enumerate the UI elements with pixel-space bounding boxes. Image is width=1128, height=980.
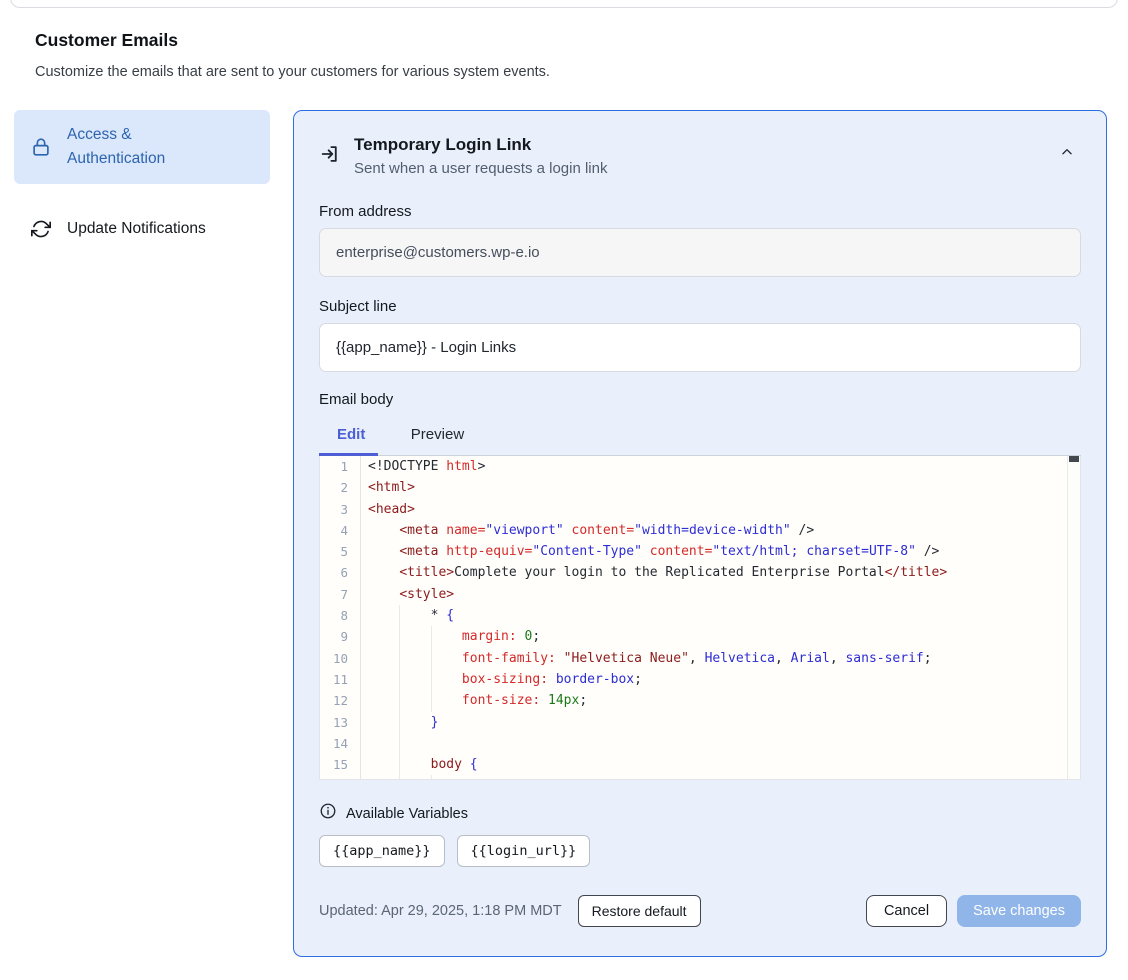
page-subtitle: Customize the emails that are sent to yo… (35, 64, 935, 80)
line-number: 4 (320, 520, 361, 541)
tab-preview[interactable]: Preview (411, 420, 464, 455)
code-line: 10 font-family: "Helvetica Neue", Helvet… (320, 648, 1080, 669)
code-line: 12 font-size: 14px; (320, 690, 1080, 711)
line-number: 9 (320, 626, 361, 647)
indent-guide (399, 754, 400, 775)
indent-guide (399, 690, 400, 711)
available-variables-row: Available Variables (319, 802, 1081, 825)
code-line: 13 } (320, 712, 1080, 733)
line-number: 3 (320, 499, 361, 520)
panel-footer: Updated: Apr 29, 2025, 1:18 PM MDT Resto… (319, 895, 1081, 927)
email-body-label: Email body (319, 391, 1081, 408)
code-line: 5 <meta http-equiv="Content-Type" conten… (320, 541, 1080, 562)
panel-header: Temporary Login Link Sent when a user re… (319, 135, 1081, 177)
editor-scrollbar[interactable] (1067, 456, 1080, 779)
page-title: Customer Emails (35, 30, 935, 51)
indent-guide (399, 712, 400, 733)
code-line: 3<head> (320, 499, 1080, 520)
lock-icon (30, 136, 52, 158)
indent-guide (431, 648, 432, 669)
from-address-field: From address (319, 203, 1081, 277)
subject-line-label: Subject line (319, 298, 1081, 315)
code-editor[interactable]: 1<!DOCTYPE html>2<html>3<head>4 <meta na… (319, 456, 1081, 780)
code-line: 8 * { (320, 605, 1080, 626)
line-number: 12 (320, 690, 361, 711)
line-number: 14 (320, 733, 361, 754)
panel-title: Temporary Login Link (354, 135, 607, 155)
line-number: 2 (320, 477, 361, 498)
save-changes-button[interactable]: Save changes (957, 895, 1081, 927)
code-editor-lines: 1<!DOCTYPE html>2<html>3<head>4 <meta na… (320, 456, 1080, 780)
code-line: 14 (320, 733, 1080, 754)
email-body-tabs: Edit Preview (319, 420, 1081, 456)
code-line: 2<html> (320, 477, 1080, 498)
sidebar-item-update-notifications[interactable]: Update Notifications (14, 204, 270, 254)
sidebar-item-label: Access & Authentication (67, 123, 199, 171)
page-header: Customer Emails Customize the emails tha… (35, 30, 935, 80)
previous-section-card-edge (10, 0, 1118, 8)
email-types-sidebar: Access & Authentication Update Notificat… (14, 110, 270, 254)
indent-guide (399, 733, 400, 754)
code-line: 4 <meta name="viewport" content="width=d… (320, 520, 1080, 541)
line-number: 15 (320, 754, 361, 775)
from-address-input[interactable] (319, 228, 1081, 277)
available-variables-label: Available Variables (346, 806, 468, 822)
panel-header-text: Temporary Login Link Sent when a user re… (354, 135, 607, 177)
indent-guide (399, 626, 400, 647)
refresh-icon (30, 219, 52, 239)
sidebar-item-label: Update Notifications (67, 217, 206, 241)
indent-guide (399, 605, 400, 626)
code-line: 9 margin: 0; (320, 626, 1080, 647)
variable-chip-login-url[interactable]: {{login_url}} (457, 835, 591, 867)
code-line: 11 box-sizing: border-box; (320, 669, 1080, 690)
info-icon (319, 802, 337, 825)
sidebar-item-access-authentication[interactable]: Access & Authentication (14, 110, 270, 184)
collapse-button[interactable] (1055, 141, 1079, 166)
line-number: 6 (320, 562, 361, 583)
code-line: 16 background-color: #f5f8fa; (320, 775, 1080, 780)
line-number: 7 (320, 584, 361, 605)
indent-guide (431, 669, 432, 690)
line-number: 13 (320, 712, 361, 733)
login-icon (319, 143, 341, 177)
indent-guide (431, 626, 432, 647)
indent-guide (399, 648, 400, 669)
line-number: 5 (320, 541, 361, 562)
chevron-up-icon (1059, 147, 1075, 162)
indent-guide (399, 669, 400, 690)
cancel-button[interactable]: Cancel (866, 895, 947, 927)
line-number: 1 (320, 456, 361, 477)
temporary-login-link-panel: Temporary Login Link Sent when a user re… (293, 110, 1107, 957)
line-number: 11 (320, 669, 361, 690)
line-number: 16 (320, 775, 361, 780)
indent-guide (399, 775, 400, 780)
updated-timestamp: Updated: Apr 29, 2025, 1:18 PM MDT (319, 903, 562, 919)
from-address-label: From address (319, 203, 1081, 220)
variable-chips: {{app_name}} {{login_url}} (319, 835, 1081, 867)
code-line: 7 <style> (320, 584, 1080, 605)
tab-edit[interactable]: Edit (337, 420, 365, 455)
line-number: 10 (320, 648, 361, 669)
indent-guide (431, 690, 432, 711)
code-line: 6 <title>Complete your login to the Repl… (320, 562, 1080, 583)
subject-line-input[interactable] (319, 323, 1081, 372)
panel-subtitle: Sent when a user requests a login link (354, 160, 607, 177)
code-line: 15 body { (320, 754, 1080, 775)
indent-guide (431, 775, 432, 780)
variable-chip-app-name[interactable]: {{app_name}} (319, 835, 445, 867)
line-number: 8 (320, 605, 361, 626)
restore-default-button[interactable]: Restore default (578, 895, 701, 927)
code-line: 1<!DOCTYPE html> (320, 456, 1080, 477)
editor-scrollbar-thumb[interactable] (1069, 456, 1079, 462)
subject-line-field: Subject line (319, 298, 1081, 372)
